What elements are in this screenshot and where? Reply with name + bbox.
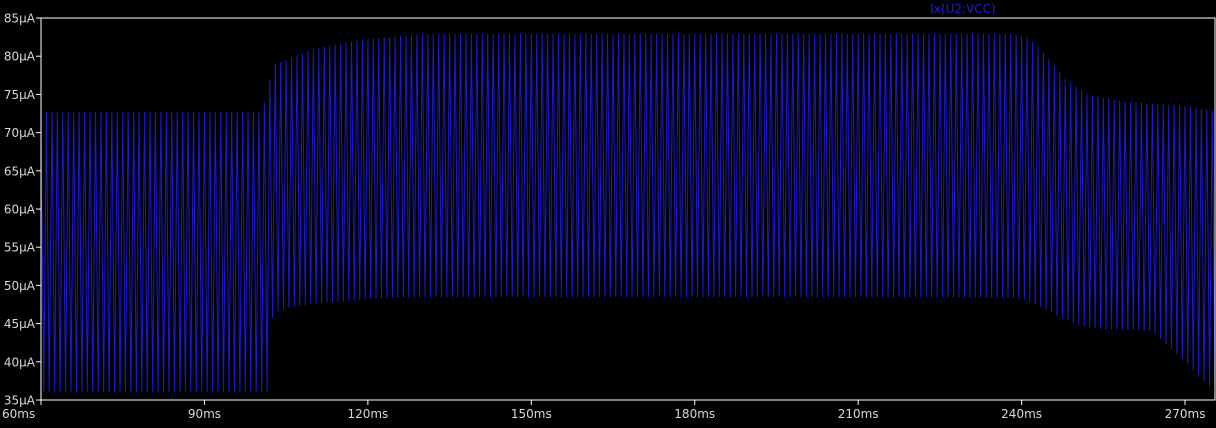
y-tick-label: 55µA xyxy=(4,241,36,255)
x-tick-label: 120ms xyxy=(347,407,388,421)
y-tick-label: 70µA xyxy=(4,126,36,140)
y-tick-label: 60µA xyxy=(4,203,36,217)
legend-layer: Ix(U2:VCC) xyxy=(930,2,995,16)
y-tick-label: 85µA xyxy=(4,12,36,26)
chart-area: 35µA 40µA 45µA 50µA 55µA 60µA 65µA 70µA 75µA 80µA… xyxy=(0,0,1216,424)
trace-layer xyxy=(41,34,1215,393)
x-tick-label: 270ms xyxy=(1165,407,1206,421)
x-tick-label: 240ms xyxy=(1001,407,1042,421)
x-tick-label: 210ms xyxy=(838,407,879,421)
y-tick-label: 35µA xyxy=(4,394,36,408)
y-tick-label: 45µA xyxy=(4,317,36,331)
y-tick-label: 75µA xyxy=(4,88,36,102)
y-tick-label: 40µA xyxy=(4,355,36,369)
series-line-0 xyxy=(41,34,1215,393)
x-tick-label: 90ms xyxy=(188,407,221,421)
y-tick-label: 65µA xyxy=(4,164,36,178)
legend-entry-0[interactable]: Ix(U2:VCC) xyxy=(930,2,995,16)
y-tick-label: 50µA xyxy=(4,279,36,293)
current-waveform-chart: 35µA 40µA 45µA 50µA 55µA 60µA 65µA 70µA 75µA 80µA… xyxy=(2,2,1216,421)
y-tick-label: 80µA xyxy=(4,50,36,64)
x-tick-label: 150ms xyxy=(511,407,552,421)
x-tick-label: 180ms xyxy=(674,407,715,421)
x-tick-label: 60ms xyxy=(2,407,35,421)
